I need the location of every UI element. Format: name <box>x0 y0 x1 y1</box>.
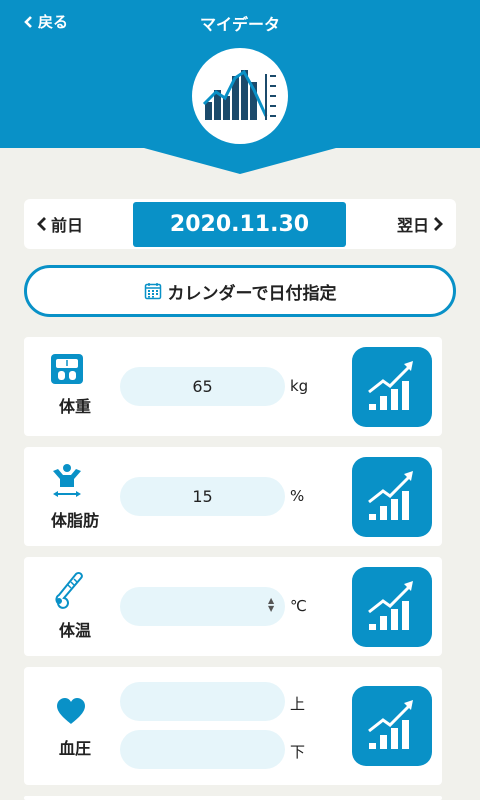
weight-label: 体重 <box>58 397 91 416</box>
body-fat-graph-button[interactable] <box>352 457 432 537</box>
weight-unit: kg <box>290 377 309 395</box>
blood-pressure-upper-input[interactable] <box>120 682 285 721</box>
prev-day-button[interactable]: 前日 <box>37 199 83 249</box>
temperature-spinner[interactable]: ▲ ▼ <box>268 597 274 613</box>
chevron-left-icon <box>37 217 46 231</box>
body-fat-unit: % <box>290 487 305 505</box>
date-navigation: 前日 2020.11.30 翌日 <box>24 199 456 249</box>
blood-pressure-lower-unit: 下 <box>290 743 306 761</box>
graph-icon <box>368 581 413 630</box>
page-title: マイデータ <box>199 15 280 34</box>
body-fat-input[interactable] <box>120 477 285 516</box>
heart-icon <box>57 698 85 724</box>
header: 戻る マイデータ <box>0 0 480 175</box>
chevron-right-icon <box>434 217 443 231</box>
thermometer-icon <box>55 571 83 609</box>
calendar-button-label: カレンダーで日付指定 <box>167 283 337 304</box>
calendar-icon <box>144 283 161 300</box>
body-fat-label: 体脂肪 <box>50 511 99 530</box>
weight-graph-button[interactable] <box>352 347 432 427</box>
body-fat-card: 体脂肪 % <box>24 447 442 546</box>
blood-pressure-graph-button[interactable] <box>352 686 432 766</box>
body-fat-icon <box>53 464 81 497</box>
next-day-button[interactable]: 翌日 <box>397 199 443 249</box>
calendar-date-button[interactable]: カレンダーで日付指定 <box>24 265 456 317</box>
weight-input[interactable] <box>120 367 285 406</box>
temperature-card: 体温 ▲ ▼ ℃ <box>24 557 442 656</box>
temperature-unit: ℃ <box>290 597 307 615</box>
graph-icon <box>368 361 413 410</box>
current-date: 2020.11.30 <box>133 202 346 247</box>
blood-pressure-lower-input[interactable] <box>120 730 285 769</box>
graph-icon <box>368 700 413 749</box>
chart-logo-icon <box>202 69 276 120</box>
temperature-input[interactable] <box>120 587 285 626</box>
temperature-label: 体温 <box>58 621 91 640</box>
weight-card: 体重 kg <box>24 337 442 436</box>
blood-pressure-upper-unit: 上 <box>290 695 306 713</box>
temperature-graph-button[interactable] <box>352 567 432 647</box>
next-day-label: 翌日 <box>396 216 429 235</box>
scale-icon <box>51 354 83 384</box>
prev-day-label: 前日 <box>51 216 84 235</box>
graph-icon <box>368 471 413 520</box>
blood-pressure-card: 血圧 上 下 <box>24 667 442 785</box>
my-data-logo <box>192 48 288 144</box>
next-card <box>24 796 442 800</box>
blood-pressure-label: 血圧 <box>58 739 91 758</box>
